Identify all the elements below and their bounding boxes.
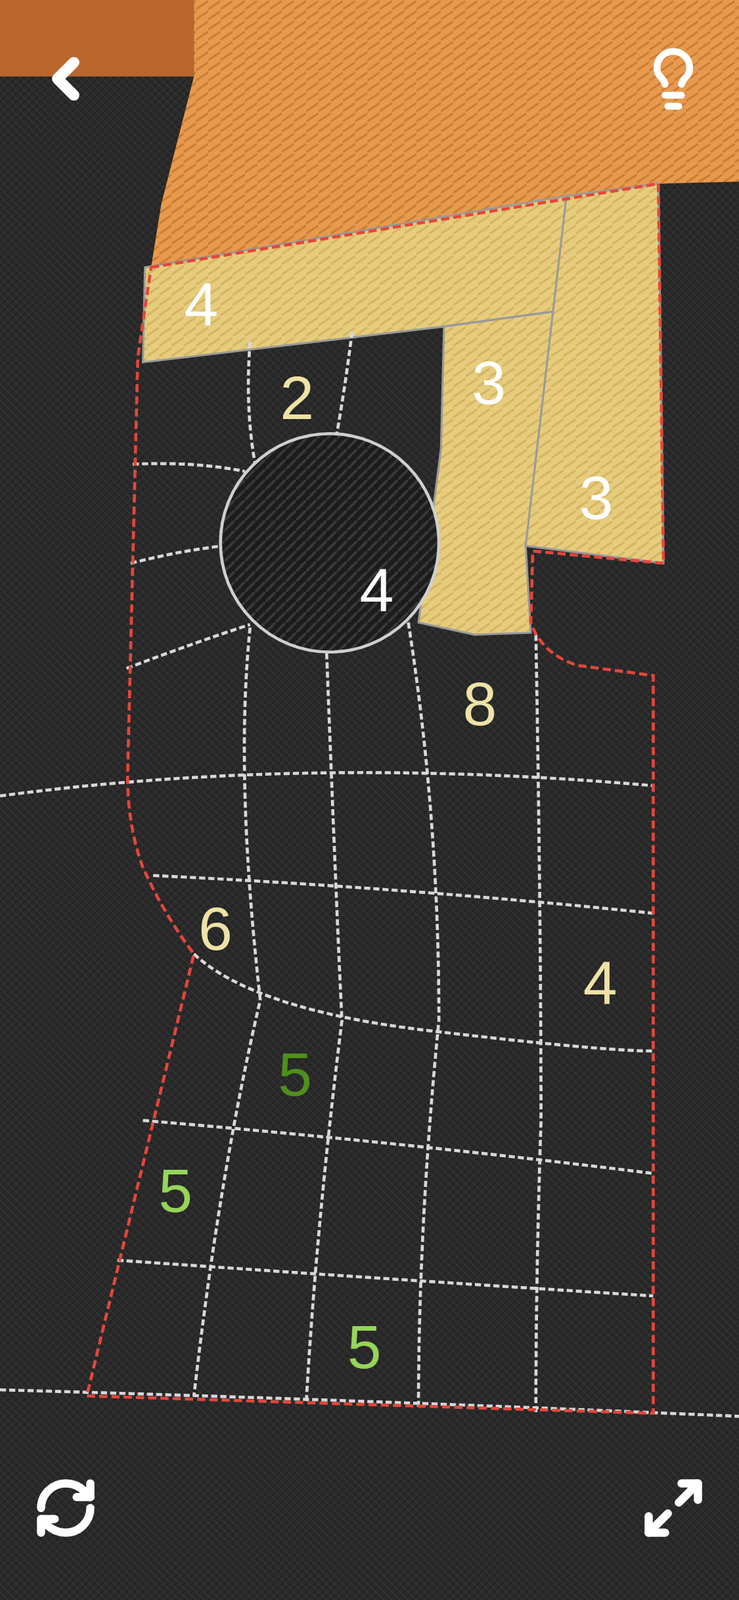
grid-line	[143, 1120, 654, 1174]
hint-bulb-icon[interactable]	[640, 45, 707, 112]
grid-line	[117, 1260, 654, 1297]
game-screen: 42334864555	[0, 0, 739, 1600]
region-number[interactable]: 4	[359, 555, 394, 625]
expand-icon[interactable]	[640, 1475, 707, 1542]
region-number[interactable]: 6	[198, 894, 233, 963]
grid-line	[0, 772, 653, 797]
grid-line	[193, 627, 261, 1396]
grid-line	[132, 463, 246, 472]
region-number[interactable]: 3	[471, 348, 506, 418]
piece-outline	[86, 183, 664, 1414]
region-number[interactable]: 2	[279, 363, 314, 433]
region-number[interactable]: 5	[347, 1313, 382, 1382]
region-fill[interactable]	[525, 183, 664, 564]
region-number[interactable]: 3	[579, 463, 614, 533]
grid-line	[126, 624, 251, 669]
region-number[interactable]: 8	[462, 670, 497, 739]
grid-line	[536, 634, 542, 1413]
grid-line	[336, 331, 353, 434]
grid-line	[130, 545, 223, 563]
grid-line	[248, 341, 255, 464]
puzzle-board: 42334864555	[0, 0, 739, 1600]
region-number[interactable]: 4	[583, 948, 618, 1017]
region-number[interactable]: 5	[158, 1156, 193, 1226]
back-icon[interactable]	[32, 45, 99, 112]
bottom-bar	[32, 1475, 707, 1542]
region-number[interactable]: 5	[277, 1040, 313, 1109]
knot-region[interactable]	[220, 433, 440, 652]
region-number[interactable]: 4	[183, 269, 219, 339]
controls-overlay	[0, 0, 739, 1600]
top-bar	[32, 45, 707, 112]
rotate-icon[interactable]	[32, 1475, 99, 1542]
yarn-spool	[0, 0, 194, 77]
grid-line	[408, 622, 440, 1409]
grid-line	[306, 652, 342, 1404]
